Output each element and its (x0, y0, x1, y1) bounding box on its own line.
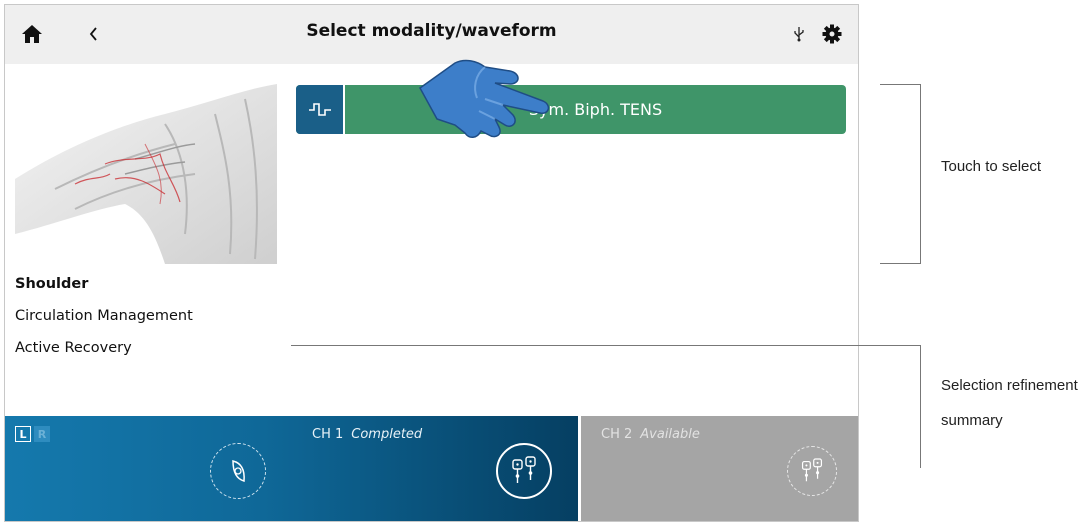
channel-bar: L R CH 1 Completed CH 2 Available (5, 416, 858, 521)
annotation-summary-line1: Selection refinement (941, 377, 1078, 394)
selection-summary-panel: Shoulder Circulation Management Active R… (5, 64, 290, 414)
protocol-label: Active Recovery (15, 340, 132, 356)
side-selector[interactable]: L R (15, 426, 50, 442)
electrode-placement-icon[interactable] (210, 443, 266, 499)
electrodes-icon[interactable] (496, 443, 552, 499)
channel-2-panel[interactable]: CH 2 Available (578, 416, 858, 521)
indication-label: Circulation Management (15, 308, 193, 324)
channel-1-label: CH 1 Completed (312, 427, 422, 442)
side-left-toggle[interactable]: L (15, 426, 31, 442)
summary-bracket-line (920, 345, 921, 468)
channel-1-panel[interactable]: L R CH 1 Completed (5, 416, 578, 521)
channel-2-label: CH 2 Available (601, 427, 700, 442)
device-screen: Select modality/waveform Shoulder Circul… (4, 4, 859, 522)
shoulder-anatomy-image (15, 84, 277, 264)
channel-2-status: Available (640, 427, 700, 442)
summary-pointer-line (291, 345, 921, 346)
usb-icon (784, 19, 814, 49)
annotation-touch-to-select: Touch to select (941, 158, 1042, 175)
pointing-hand-icon (415, 53, 555, 148)
body-part-label: Shoulder (15, 276, 89, 292)
annotation-summary-line2: summary (941, 412, 1003, 429)
waveform-option-button[interactable]: Sym. Biph. TENS (296, 85, 846, 134)
channel-1-status: Completed (351, 427, 423, 442)
channel-2-name: CH 2 (601, 427, 633, 442)
page-title: Select modality/waveform (306, 21, 557, 41)
square-wave-icon (296, 85, 345, 134)
channel-1-name: CH 1 (312, 427, 344, 442)
channel-2-electrodes-icon[interactable] (787, 446, 837, 496)
touch-bracket (880, 84, 921, 264)
side-right-toggle[interactable]: R (34, 426, 50, 442)
gear-icon[interactable] (817, 19, 847, 49)
